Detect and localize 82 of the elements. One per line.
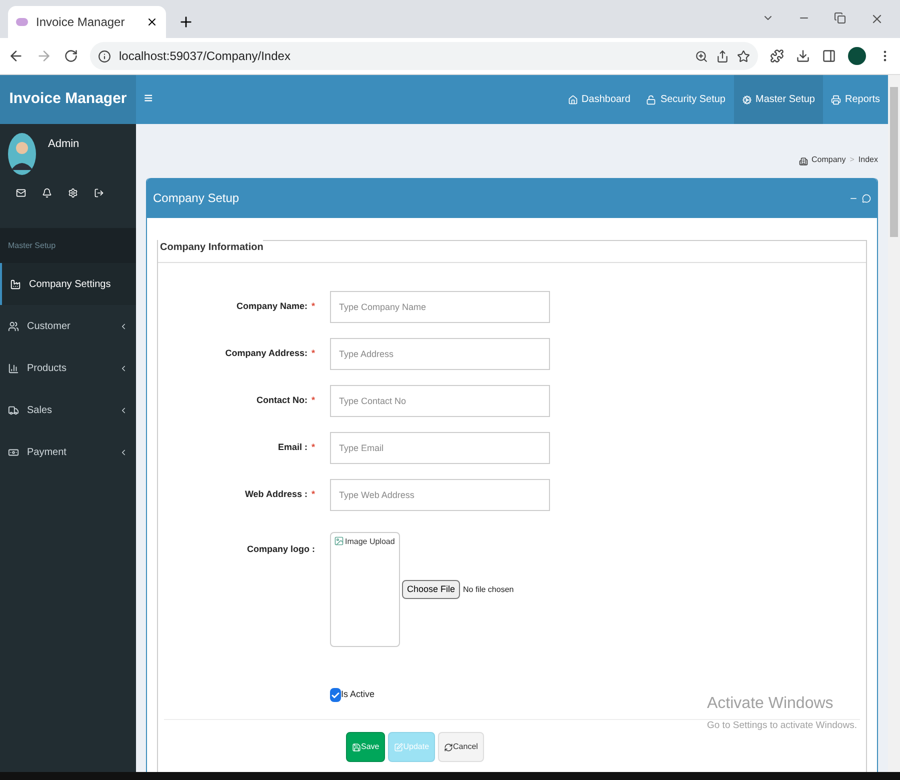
sidebar-item[interactable]: Company Settings [0,263,136,305]
factory-icon [10,278,21,290]
save-icon [352,742,361,752]
required-mark: * [311,300,315,314]
edit-icon [394,742,404,752]
image-alt-text: Image Upload [345,536,395,548]
field-label: Contact No: [256,394,308,408]
nav-link[interactable]: Security Setup [638,75,734,124]
breadcrumb-separator: > [850,154,854,166]
activation-subtitle: Go to Settings to activate Windows. [707,719,857,733]
panel-title: Company Setup [153,190,240,207]
refresh-icon [444,742,454,752]
building-icon [798,157,808,166]
nav-link[interactable]: Master Setup [734,75,823,124]
tab-title: Invoice Manager [36,14,126,31]
required-mark: * [311,488,315,502]
printer-icon [830,94,841,104]
home-icon [568,94,578,104]
star-icon [737,50,750,62]
share-icon [716,50,729,62]
truck-icon [8,404,19,416]
nav-link[interactable]: Reports [822,75,888,124]
close-icon [870,12,884,26]
download-icon [796,49,810,63]
users-icon [8,320,19,332]
text-field[interactable]: Type Company Name [330,291,550,323]
new-tab-icon [178,14,194,30]
mail-icon [16,188,26,198]
menu-toggle[interactable]: ≡ [136,88,161,111]
forward-icon [36,48,52,64]
chat-icon [862,194,871,202]
user-name: Admin [48,137,80,152]
field-label: Email : [278,441,308,454]
active-checkbox[interactable] [330,688,341,702]
field-label: Company logo : [247,544,315,554]
close-icon [146,16,158,28]
field-label: Company Name: [236,300,308,314]
activation-title: Activate Windows [707,694,834,714]
brand-title[interactable]: Invoice Manager [9,88,127,111]
text-field[interactable]: Type Web Address [330,479,550,511]
breadcrumb-current: Index [858,154,878,166]
avatar [8,132,36,176]
info-icon [98,50,111,62]
bell-icon [42,188,52,198]
banknote-icon [8,446,19,458]
checkbox-label: Is Active [341,688,375,702]
sidebar-item[interactable]: Sales [0,389,136,431]
text-field[interactable]: Type Email [330,432,550,464]
breadcrumb-link[interactable]: Company [812,154,846,166]
reload-icon [64,49,78,63]
url-text: localhost:59037/Company/Index [119,48,292,65]
sidebar-item[interactable]: Products [0,347,136,389]
restore-icon [834,12,846,24]
settings-icon [68,188,78,198]
favicon-icon [16,18,28,26]
logout-icon [94,188,104,198]
sidebar-item[interactable]: Customer [0,305,136,347]
required-mark: * [311,347,315,360]
choose-file-button[interactable]: Choose File [402,580,460,600]
required-mark: * [311,394,315,408]
back-icon [8,48,24,64]
form-button[interactable]: Cancel [438,732,484,762]
gear-icon [742,94,752,104]
panel-icon [822,49,836,63]
address-bar[interactable]: localhost:59037/Company/Index [90,42,758,70]
bars-icon [8,362,19,374]
sidebar-item[interactable]: Payment [0,431,136,473]
nav-link[interactable]: Dashboard [560,75,638,124]
field-label: Web Address : [244,488,308,502]
zoom-icon [695,50,708,62]
file-status: No file chosen [463,584,514,596]
scrollbar[interactable] [888,75,900,772]
fieldset-legend: Company Information [160,242,264,253]
unlock-icon [646,94,656,104]
browser-tab[interactable]: Invoice Manager [8,6,166,38]
field-label: Company Address: [225,347,308,360]
sidebar-header: Master Setup [0,228,136,263]
puzzle-icon [770,49,784,63]
profile-avatar[interactable] [848,47,866,65]
required-mark: * [311,441,315,454]
text-field[interactable]: Type Address [330,338,550,370]
text-field[interactable]: Type Contact No [330,385,550,417]
